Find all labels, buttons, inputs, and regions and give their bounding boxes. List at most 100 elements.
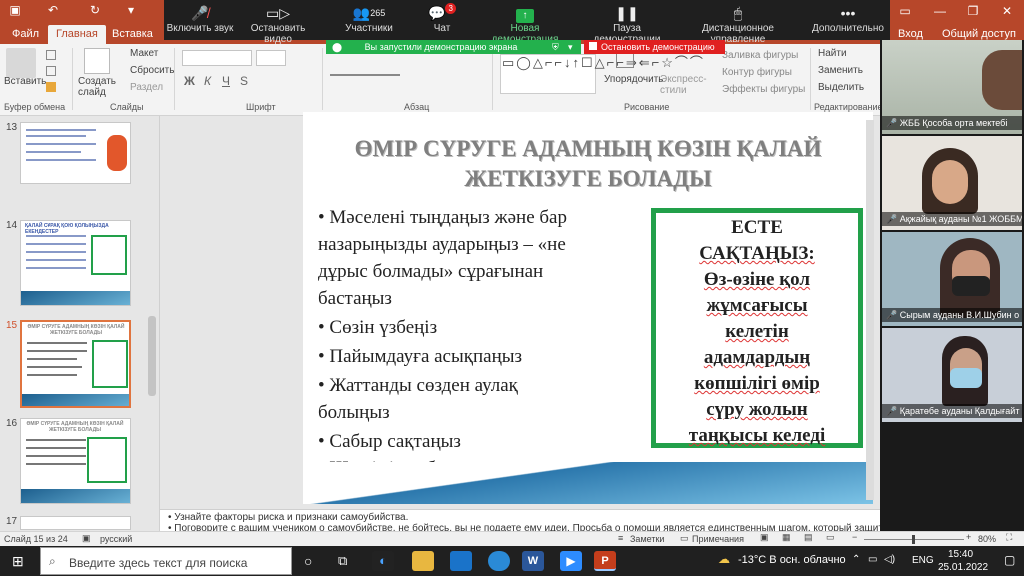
spellcheck-icon[interactable]: ▣ — [82, 533, 91, 544]
underline-icon[interactable]: Ч — [222, 74, 230, 88]
replace-button[interactable]: Заменить — [818, 65, 863, 76]
task-view-icon[interactable]: ⧉ — [338, 553, 347, 569]
word-icon[interactable]: W — [522, 551, 544, 571]
paste-button[interactable]: Вставить — [4, 76, 46, 87]
chat-button[interactable]: 💬 3 Чат — [422, 3, 462, 37]
shape-effects-button[interactable]: Эффекты фигуры — [722, 84, 805, 95]
volume-icon[interactable]: ◁) — [884, 554, 895, 565]
zoom-out-icon[interactable]: − — [852, 532, 857, 542]
participants-button[interactable]: 👥265 Участники — [332, 3, 406, 37]
slide-thumbnail-17[interactable] — [20, 516, 131, 530]
sorter-view-icon[interactable]: ▦ — [782, 532, 791, 543]
slide-thumbnail-15[interactable]: ӨМІР СҮРУГЕ АДАМНЫҢ КӨЗІН ҚАЛАЙ ЖЕТКІЗУГ… — [20, 320, 131, 408]
tab-file[interactable]: Файл — [4, 25, 47, 44]
start-icon[interactable]: ⊞ — [12, 554, 28, 568]
layout-button[interactable]: Макет — [130, 48, 158, 59]
select-button[interactable]: Выделить — [818, 82, 864, 93]
quick-styles-button[interactable]: Экспресс-стили — [660, 74, 710, 96]
section-button[interactable]: Раздел — [130, 82, 163, 93]
minimize-icon[interactable]: — — [925, 2, 955, 20]
cut-icon[interactable] — [46, 50, 56, 60]
zoom-app-icon[interactable]: ▶ — [560, 551, 582, 571]
stop-video-button[interactable]: ▭▷ Остановить видео — [236, 3, 320, 45]
new-share-button[interactable]: ↑Новая демонстрация — [480, 3, 570, 45]
edge-browser-icon[interactable] — [488, 551, 510, 571]
speaker-notes[interactable]: • Узнайте факторы риска и признаки самоу… — [160, 509, 880, 531]
undo-icon[interactable]: ↶ — [46, 3, 60, 17]
share-settings-icon[interactable]: ▾ — [568, 40, 573, 54]
shape-outline-button[interactable]: Контур фигуры — [722, 67, 792, 78]
current-slide[interactable]: ӨМІР СҮРУГЕ АДАМНЫҢ КӨЗІН ҚАЛАЙ ЖЕТКІЗУГ… — [303, 112, 873, 504]
slide-thumbnail-14[interactable]: ҚАЛАЙ СҰРАҚ ҚОЮ ҚОЛЫҢЫЗДА ЕКЕНДЕСТЕР — [20, 220, 131, 306]
new-slide-icon[interactable] — [84, 48, 110, 74]
font-name-input[interactable] — [182, 50, 252, 66]
more-button[interactable]: ••• Дополнительно — [808, 3, 888, 37]
font-size-input[interactable] — [256, 50, 286, 66]
status-bar: Слайд 15 из 24 ▣ русский ≡ Заметки ▭ При… — [0, 531, 1024, 546]
new-slide-button[interactable]: Создать слайд — [78, 76, 118, 98]
tab-insert[interactable]: Вставка — [104, 25, 161, 44]
save-icon[interactable]: ▣ — [8, 3, 22, 17]
bold-icon[interactable]: Ж — [184, 74, 195, 88]
cortana-icon[interactable]: ○ — [304, 553, 312, 569]
video-tile[interactable]: 🎤 Ақжайық ауданы №1 ЖОББМ — [882, 136, 1022, 230]
comments-toggle[interactable]: Примечания — [692, 534, 744, 544]
video-tile[interactable]: 🎤 ЖББ Қособа орта мектебі — [882, 40, 1022, 134]
maximize-icon[interactable]: ❐ — [958, 2, 988, 20]
video-tile[interactable]: 🎤 Қаратөбе ауданы Қалдығайт — [882, 328, 1022, 422]
stop-share-button[interactable]: Остановить демонстрацию — [584, 40, 725, 54]
italic-icon[interactable]: К — [204, 74, 211, 88]
language-indicator[interactable]: русский — [100, 534, 132, 544]
powerpoint-icon[interactable]: P — [594, 551, 616, 571]
remote-control-button[interactable]: 🖱 Дистанционное управление — [676, 3, 800, 45]
ribbon-options-icon[interactable]: ▭ — [890, 2, 920, 20]
mail-icon[interactable] — [450, 551, 472, 571]
align-icons[interactable] — [330, 74, 400, 84]
customize-toolbar-icon[interactable]: ▾ — [124, 3, 138, 17]
group-editing: Редактирование — [814, 102, 883, 112]
group-drawing: Рисование — [624, 102, 670, 112]
copy-icon[interactable] — [46, 66, 56, 76]
slide-scrollbar[interactable] — [866, 120, 874, 500]
input-language[interactable]: ENG — [912, 555, 934, 566]
zoom-slider[interactable] — [864, 535, 964, 544]
shapes-gallery[interactable]: ▭◯△⌐⌐↓↑☐△⌐⌐⇒⇐⌐☆⌒⌒ — [500, 54, 703, 94]
notifications-icon[interactable]: ▢ — [1004, 553, 1015, 567]
find-button[interactable]: Найти — [818, 48, 847, 59]
mic-off-icon: 🎤 — [886, 310, 898, 320]
taskbar-search[interactable]: ⌕ Введите здесь текст для поиска — [40, 547, 292, 575]
edge-icon[interactable]: ◐ — [372, 551, 394, 571]
network-icon[interactable]: ▭ — [868, 554, 877, 565]
normal-view-icon[interactable]: ▣ — [760, 532, 769, 543]
zoom-in-icon[interactable]: + — [966, 532, 971, 542]
redo-icon[interactable]: ↻ — [88, 3, 102, 17]
remember-line: келетін — [725, 321, 789, 342]
format-painter-icon[interactable] — [46, 82, 56, 92]
slideshow-icon[interactable]: ▭ — [826, 532, 835, 543]
weather-text[interactable]: -13°C В осн. облачно — [738, 554, 846, 566]
notes-toggle[interactable]: Заметки — [630, 534, 664, 544]
explorer-icon[interactable] — [412, 551, 434, 571]
zoom-level[interactable]: 80% — [978, 534, 996, 544]
video-tile[interactable]: 🎤 Сырым ауданы В.И.Шубин о — [882, 232, 1022, 326]
slide-counter: Слайд 15 из 24 — [4, 534, 68, 544]
clock-time[interactable]: 15:40 — [948, 549, 973, 560]
slide-thumbnail-13[interactable] — [20, 122, 131, 184]
tray-chevron-icon[interactable]: ⌃ — [852, 554, 860, 565]
close-icon[interactable]: ✕ — [992, 2, 1022, 20]
share-notice: ⬤ Вы запустили демонстрацию экрана ⛨ ▾ — [326, 40, 581, 54]
reset-button[interactable]: Сбросить — [130, 65, 174, 76]
reading-view-icon[interactable]: ▤ — [804, 532, 813, 543]
clock-date[interactable]: 25.01.2022 — [938, 562, 988, 573]
zoom-slider-thumb[interactable] — [912, 535, 915, 544]
thumbs-scrollbar[interactable] — [148, 316, 156, 396]
arrange-button[interactable]: Упорядочить — [604, 74, 664, 85]
slide-thumbnail-16[interactable]: ӨМІР СҮРУГЕ АДАМНЫҢ КӨЗІН ҚАЛАЙ ЖЕТКІЗУГ… — [20, 418, 131, 504]
fit-slide-icon[interactable]: ⛶ — [1006, 532, 1012, 543]
shape-fill-button[interactable]: Заливка фигуры — [722, 50, 798, 61]
tab-home[interactable]: Главная — [48, 25, 106, 44]
unmute-button[interactable]: 🎤̸ Включить звук — [166, 3, 234, 37]
pause-share-button[interactable]: ❚❚Пауза демонстрации — [582, 3, 672, 45]
strikethrough-icon[interactable]: S — [240, 74, 248, 88]
paste-icon[interactable] — [6, 48, 36, 78]
